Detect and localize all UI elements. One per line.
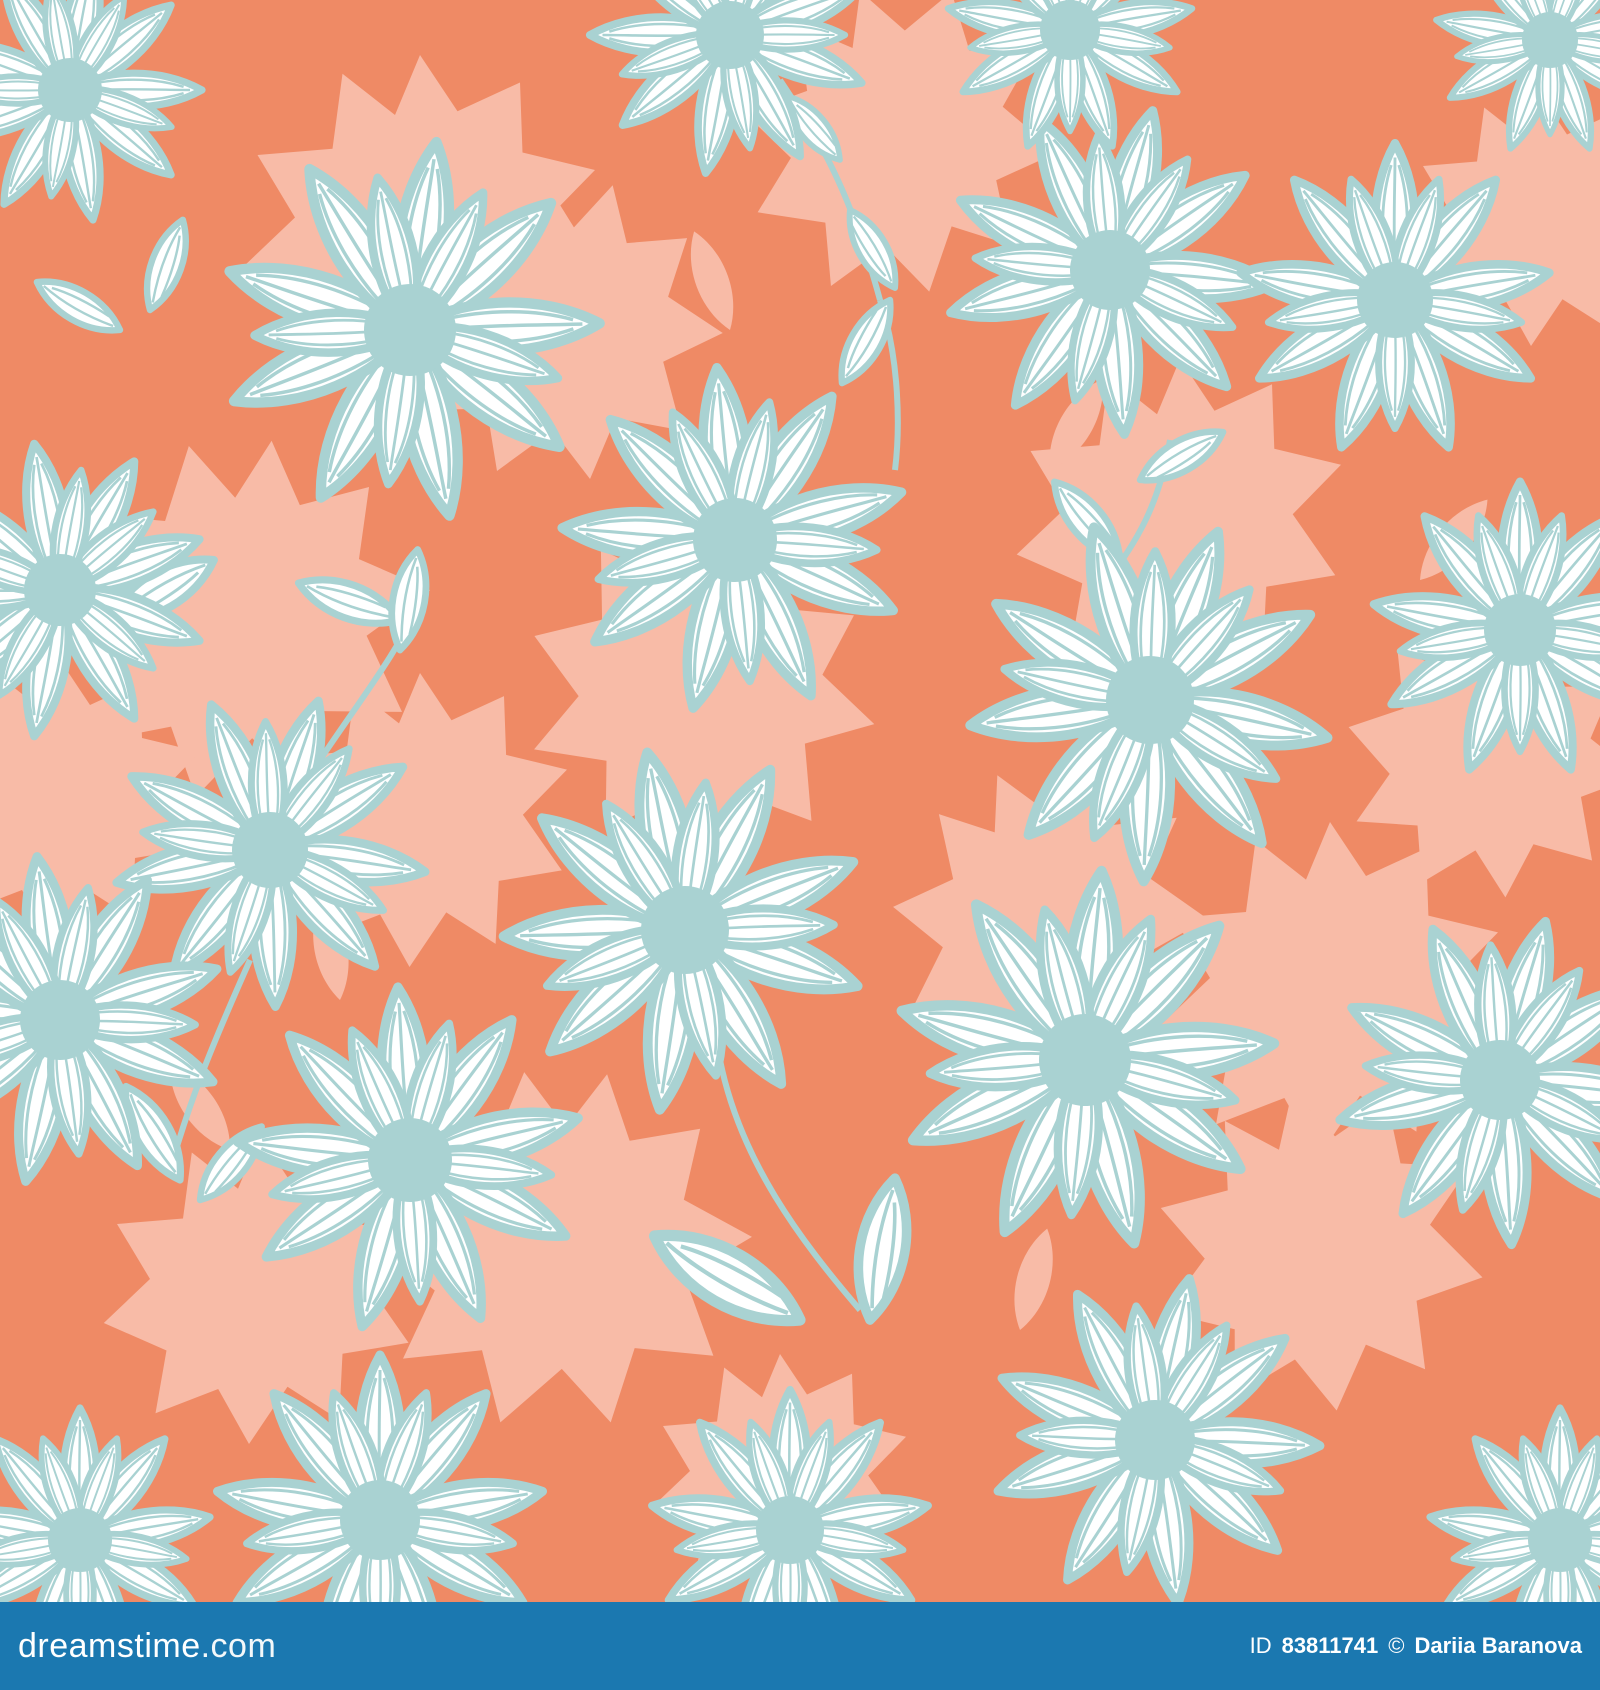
stock-credit-bar: dreamstime .com ID 83811741 © Dariia Bara… — [0, 1602, 1600, 1690]
stock-image-frame: dreamstime .com ID 83811741 © Dariia Bara… — [0, 0, 1600, 1690]
image-credit: ID 83811741 © Dariia Baranova — [1250, 1633, 1582, 1659]
image-id-number: 83811741 — [1281, 1633, 1379, 1658]
dreamstime-logo[interactable]: dreamstime .com — [18, 1627, 276, 1666]
brand-name: dreamstime — [18, 1626, 201, 1665]
author-name: Dariia Baranova — [1414, 1633, 1582, 1658]
id-label: ID — [1249, 1633, 1272, 1658]
floral-pattern-image — [0, 0, 1600, 1602]
brand-tld: .com — [200, 1626, 277, 1665]
copyright-symbol: © — [1388, 1633, 1405, 1658]
